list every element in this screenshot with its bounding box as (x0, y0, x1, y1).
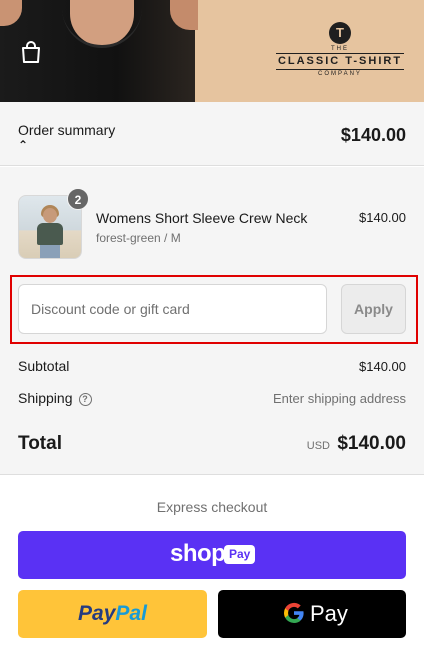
order-summary-label: Order summary (18, 122, 116, 138)
paypal-button[interactable]: PayPal (18, 590, 207, 638)
shipping-label: Shipping (18, 390, 73, 406)
help-icon[interactable]: ? (78, 393, 92, 406)
shopping-bag-icon[interactable] (20, 40, 42, 64)
subtotal-label: Subtotal (18, 358, 70, 374)
order-summary-panel: 2 Womens Short Sleeve Crew Neck forest-g… (0, 167, 424, 475)
google-pay-button[interactable]: Pay (218, 590, 406, 638)
total-value: $140.00 (337, 433, 406, 454)
logo-the-text: THE (331, 46, 349, 52)
product-variant: forest-green / M (96, 231, 181, 245)
quantity-badge: 2 (67, 188, 89, 210)
order-summary-toggle[interactable]: Order summary ⌃ $140.00 (0, 102, 424, 166)
chevron-up-icon: ⌃ (18, 138, 29, 152)
product-price: $140.00 (359, 210, 406, 225)
google-pay-word: Pay (310, 601, 348, 626)
shop-pay-button[interactable]: shop Pay (18, 531, 406, 579)
logo-name-text: CLASSIC T-SHIRT (277, 55, 403, 67)
express-checkout-label: Express checkout (156, 499, 268, 515)
paypal-logo-part1: Pay (78, 602, 116, 625)
shop-pay-logo-tag: Pay (224, 545, 256, 564)
total-label: Total (18, 433, 62, 454)
shipping-value: Enter shipping address (273, 391, 406, 406)
logo-company-text: COMPANY (318, 71, 362, 77)
discount-code-input[interactable] (18, 284, 327, 334)
google-g-icon (283, 602, 304, 623)
store-header-banner: T THE CLASSIC T-SHIRT COMPANY (0, 0, 424, 102)
apply-discount-button[interactable]: Apply (341, 284, 406, 334)
total-currency: USD (306, 440, 330, 452)
shipping-row: Shipping? (18, 390, 92, 406)
paypal-logo-part2: Pal (115, 602, 147, 625)
order-summary-total: $140.00 (340, 125, 406, 145)
product-name: Womens Short Sleeve Crew Neck (96, 210, 308, 226)
paypal-logo: PayPal (18, 602, 207, 626)
logo-badge: T (329, 22, 351, 44)
subtotal-value: $140.00 (359, 359, 406, 374)
shop-pay-logo-word: shop (170, 540, 226, 567)
store-logo[interactable]: T THE CLASSIC T-SHIRT COMPANY (270, 22, 410, 86)
